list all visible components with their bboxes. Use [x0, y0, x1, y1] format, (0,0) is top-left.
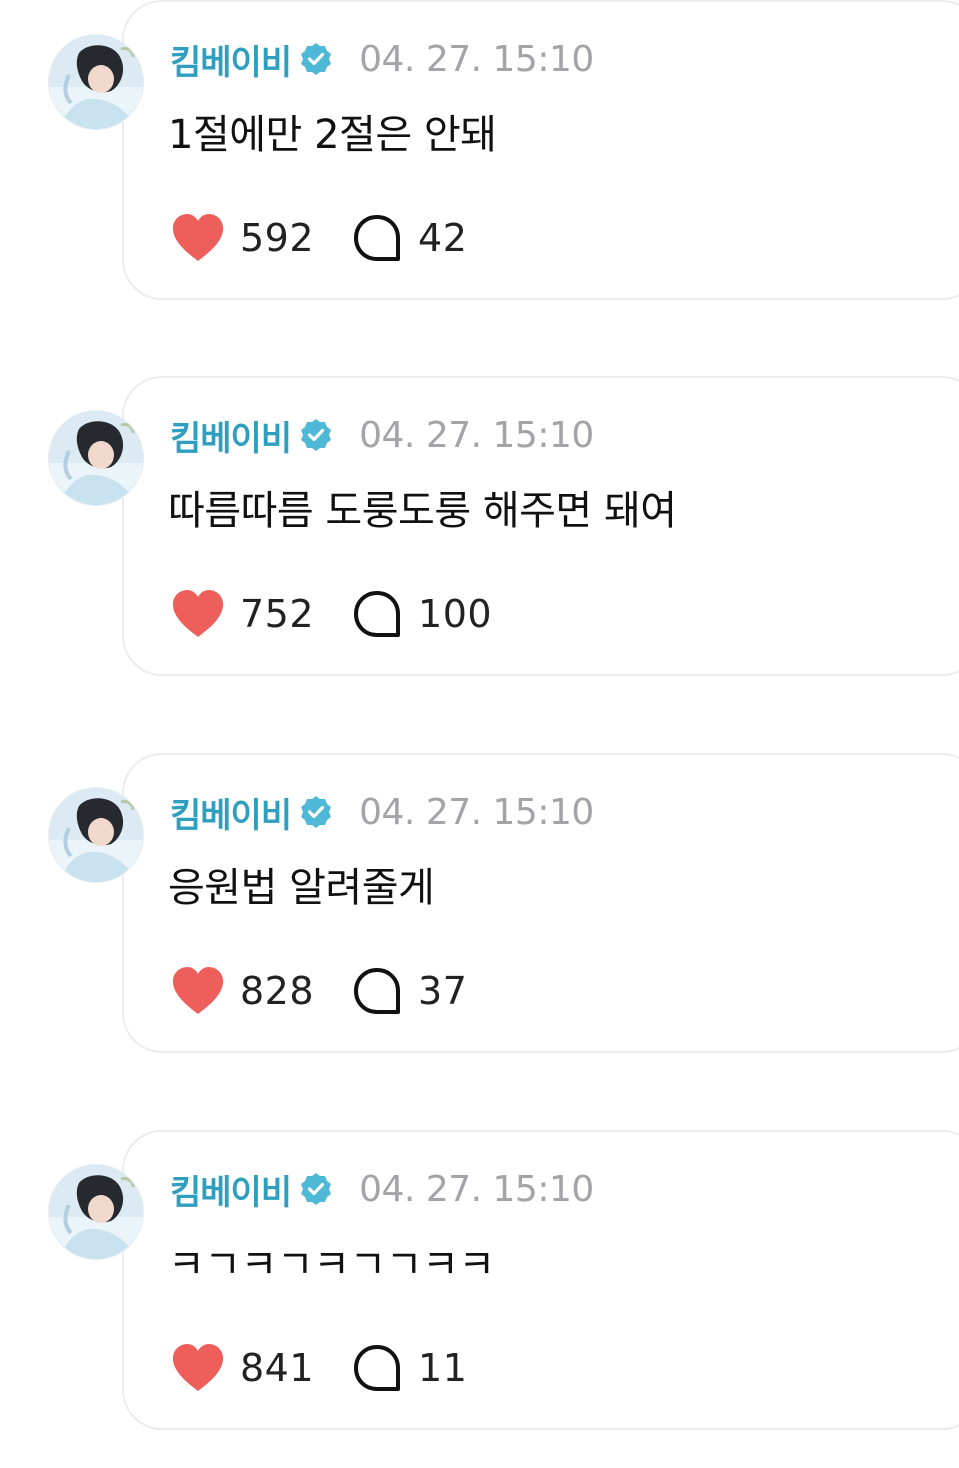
profile-photo	[49, 411, 143, 505]
post-actions: 828 37	[170, 963, 467, 1019]
like-button[interactable]: 841	[170, 1343, 314, 1393]
verified-badge-icon	[301, 796, 332, 828]
comment-button[interactable]: 100	[352, 589, 492, 639]
like-button[interactable]: 828	[170, 966, 314, 1016]
comment-count: 11	[418, 1346, 468, 1390]
post-card[interactable]: 킴베이비 04. 27. 15:10 ㅋㄱㅋㄱㅋㄱㄱㅋㅋ 841 11	[0, 1130, 959, 1434]
avatar[interactable]	[48, 410, 144, 506]
like-count: 752	[240, 592, 315, 636]
post-actions: 841 11	[170, 1340, 467, 1396]
post-actions: 592 42	[170, 210, 467, 266]
heart-icon	[172, 590, 224, 637]
post-text: ㅋㄱㅋㄱㅋㄱㄱㅋㅋ	[168, 1242, 495, 1288]
comment-bubble-icon	[354, 215, 401, 261]
author-name[interactable]: 킴베이비	[170, 1165, 292, 1214]
profile-photo	[49, 1165, 143, 1259]
comment-bubble-icon	[354, 1345, 401, 1391]
author-name[interactable]: 킴베이비	[170, 411, 292, 460]
post-text: 응원법 알려줄게	[168, 865, 435, 911]
post-timestamp: 04. 27. 15:10	[359, 1168, 594, 1210]
post-timestamp: 04. 27. 15:10	[359, 414, 594, 456]
profile-photo	[49, 35, 143, 129]
comment-button[interactable]: 37	[352, 966, 467, 1016]
post-header: 킴베이비 04. 27. 15:10	[170, 788, 594, 837]
heart-icon	[172, 1344, 224, 1391]
post-timestamp: 04. 27. 15:10	[359, 38, 594, 80]
heart-icon	[172, 214, 224, 261]
like-count: 592	[240, 216, 315, 260]
comment-button[interactable]: 42	[352, 213, 467, 263]
avatar[interactable]	[48, 787, 144, 883]
post-header: 킴베이비 04. 27. 15:10	[170, 411, 594, 460]
avatar[interactable]	[48, 34, 144, 130]
post-header: 킴베이비 04. 27. 15:10	[170, 1165, 594, 1214]
post-card[interactable]: 킴베이비 04. 27. 15:10 응원법 알려줄게 828 37	[0, 753, 959, 1057]
post-text: 따름따름 도룽도룽 해주면 돼여	[168, 488, 677, 534]
post-text: 1절에만 2절은 안돼	[168, 112, 497, 158]
comment-bubble-icon	[354, 591, 401, 637]
avatar[interactable]	[48, 1164, 144, 1260]
author-name[interactable]: 킴베이비	[170, 788, 292, 837]
comment-bubble-icon	[354, 968, 401, 1014]
verified-badge-icon	[301, 1173, 332, 1205]
post-card[interactable]: 킴베이비 04. 27. 15:10 1절에만 2절은 안돼 592 42	[0, 0, 959, 304]
post-timestamp: 04. 27. 15:10	[359, 791, 594, 833]
post-header: 킴베이비 04. 27. 15:10	[170, 35, 594, 84]
author-name[interactable]: 킴베이비	[170, 35, 292, 84]
post-actions: 752 100	[170, 586, 492, 642]
comment-count: 37	[418, 969, 468, 1013]
like-count: 828	[240, 969, 315, 1013]
like-count: 841	[240, 1346, 315, 1390]
comment-count: 100	[418, 592, 493, 636]
verified-badge-icon	[301, 419, 332, 451]
post-card[interactable]: 킴베이비 04. 27. 15:10 따름따름 도룽도룽 해주면 돼여 752 …	[0, 376, 959, 680]
like-button[interactable]: 752	[170, 589, 314, 639]
verified-badge-icon	[301, 43, 332, 75]
like-button[interactable]: 592	[170, 213, 314, 263]
heart-icon	[172, 967, 224, 1014]
comment-count: 42	[418, 216, 468, 260]
profile-photo	[49, 788, 143, 882]
comment-button[interactable]: 11	[352, 1343, 467, 1393]
